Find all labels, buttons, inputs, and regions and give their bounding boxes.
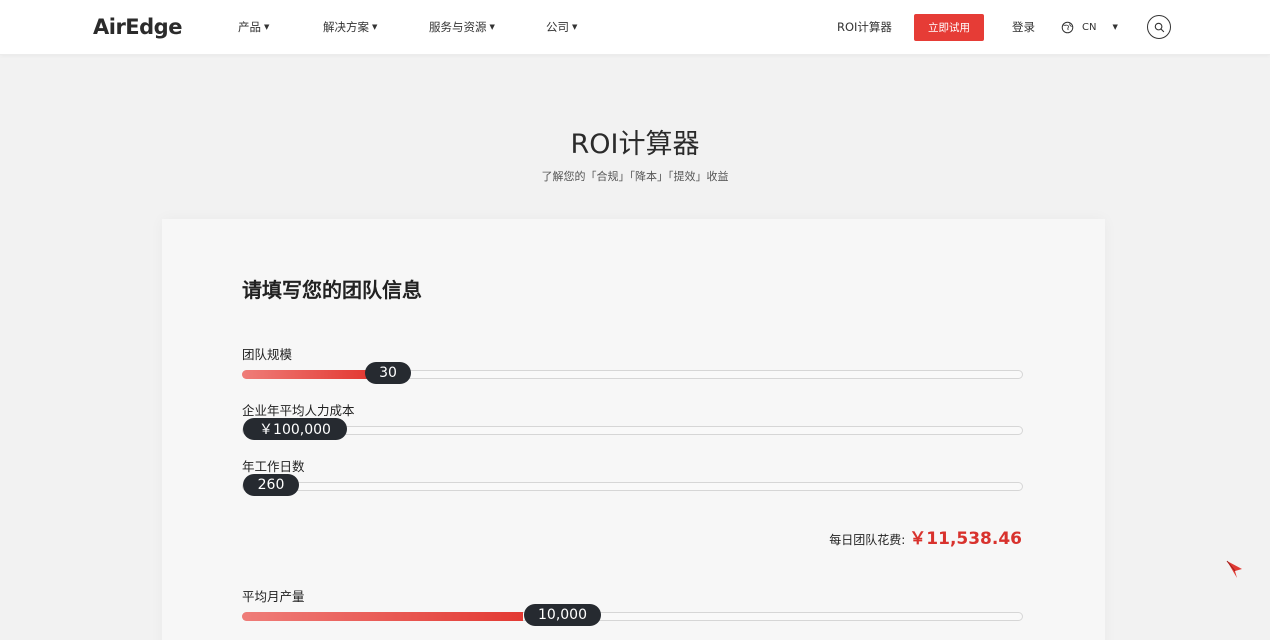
daily-team-cost-value: ￥11,538.46: [909, 529, 1022, 549]
language-selector[interactable]: CN ▼: [1061, 19, 1118, 35]
nav-solutions[interactable]: 解决方案 ▼: [323, 19, 377, 35]
nav-company[interactable]: 公司 ▼: [546, 19, 577, 35]
nav-roi-calculator[interactable]: ROI计算器: [837, 19, 892, 35]
globe-icon: [1061, 21, 1074, 33]
cursor-icon: [1226, 560, 1242, 578]
annual-labor-cost-value: ￥100,000: [259, 422, 331, 438]
caret-down-icon: ▼: [572, 23, 578, 31]
daily-team-cost-label: 每日团队花费:: [829, 533, 906, 547]
top-nav-bar: AirEdge 产品 ▼ 解决方案 ▼ 服务与资源 ▼ 公司 ▼ ROI计算器 …: [0, 0, 1270, 55]
team-size-thumb[interactable]: 30: [365, 362, 411, 384]
caret-down-icon: ▼: [264, 23, 270, 31]
annual-labor-cost-slider[interactable]: [242, 426, 1023, 435]
page-subtitle: 了解您的「合规」「降本」「提效」收益: [541, 170, 729, 183]
section-title: 请填写您的团队信息: [242, 278, 422, 302]
nav-products-label: 产品: [238, 20, 261, 34]
caret-down-icon: ▼: [1112, 23, 1118, 31]
team-size-label: 团队规模: [242, 347, 293, 362]
monthly-output-thumb[interactable]: 10,000: [524, 604, 601, 626]
logo-text: AirEdge: [93, 15, 182, 39]
daily-team-cost: 每日团队花费: ￥11,538.46: [829, 524, 1022, 549]
nav-services-resources[interactable]: 服务与资源 ▼: [429, 19, 495, 35]
nav-products[interactable]: 产品 ▼: [238, 19, 269, 35]
monthly-output-value: 10,000: [538, 607, 587, 623]
login-link[interactable]: 登录: [1012, 19, 1035, 35]
monthly-output-slider[interactable]: [242, 612, 1023, 621]
nav-solutions-label: 解决方案: [323, 20, 369, 34]
airedge-logo[interactable]: AirEdge: [93, 13, 182, 41]
page-title: ROI计算器: [570, 129, 700, 160]
caret-down-icon: ▼: [372, 23, 378, 31]
team-size-slider[interactable]: [242, 370, 1023, 379]
monthly-output-label: 平均月产量: [242, 589, 305, 604]
language-label: CN: [1082, 21, 1097, 33]
free-trial-button[interactable]: 立即试用: [914, 14, 984, 41]
working-days-slider[interactable]: [242, 482, 1023, 491]
monthly-output-fill: [242, 612, 524, 621]
annual-labor-cost-label: 企业年平均人力成本: [242, 403, 355, 418]
team-size-value: 30: [379, 365, 397, 381]
working-days-value: 260: [257, 477, 285, 493]
search-button[interactable]: [1147, 15, 1171, 39]
team-size-fill: [242, 370, 367, 379]
search-icon: [1154, 22, 1164, 32]
annual-labor-cost-thumb[interactable]: ￥100,000: [243, 418, 347, 440]
nav-company-label: 公司: [546, 20, 569, 34]
working-days-thumb[interactable]: 260: [243, 474, 299, 496]
caret-down-icon: ▼: [489, 23, 495, 31]
working-days-label: 年工作日数: [242, 459, 305, 474]
nav-services-label: 服务与资源: [429, 20, 487, 34]
